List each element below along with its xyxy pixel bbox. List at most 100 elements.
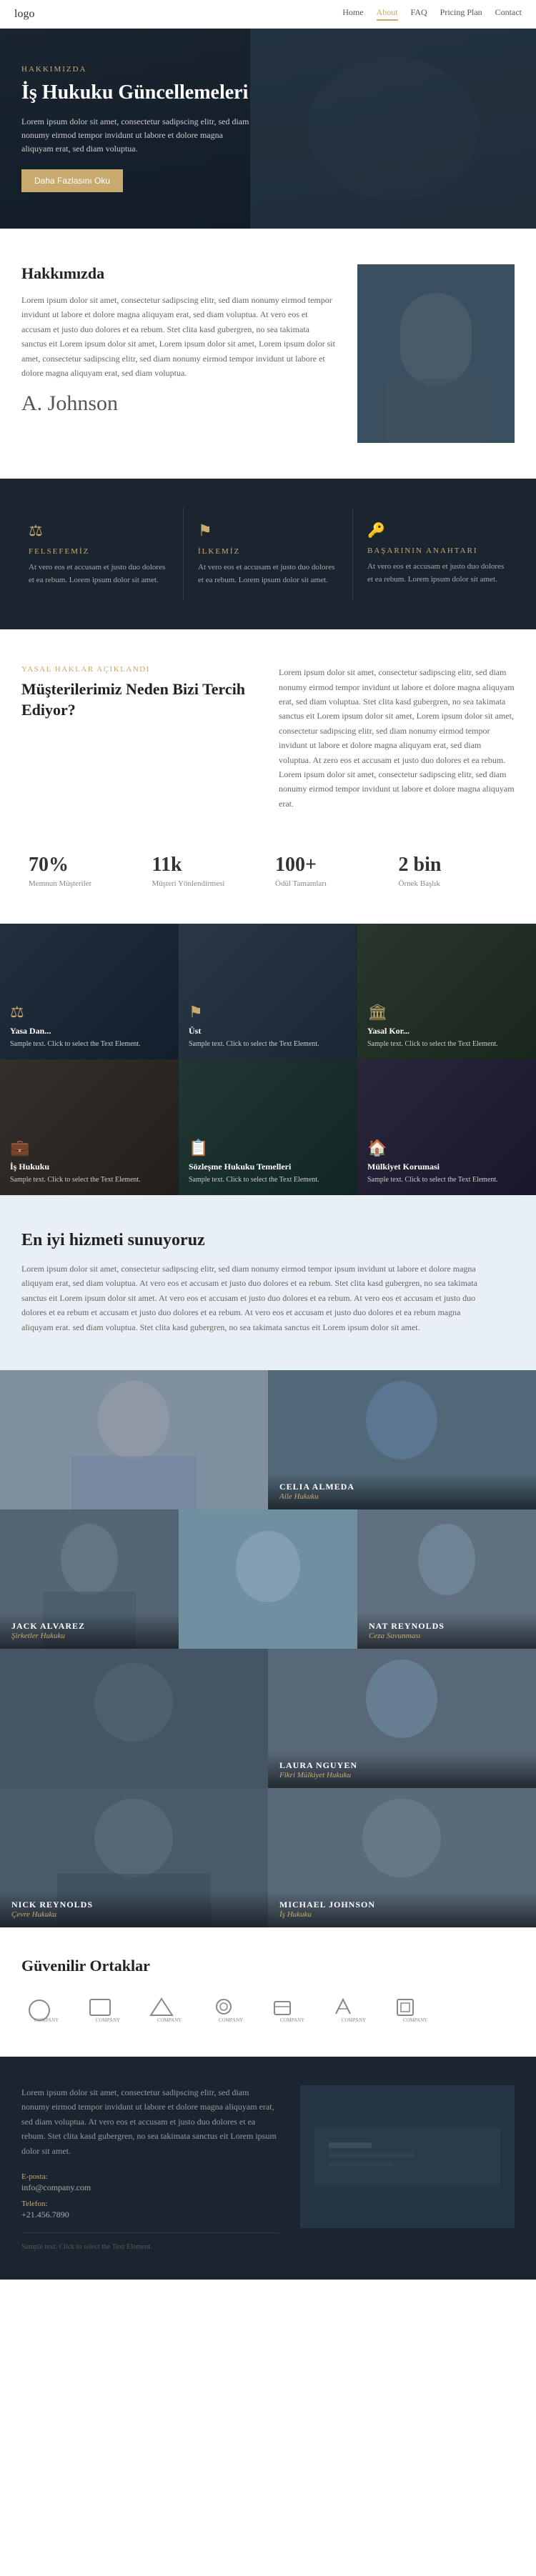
team-img-placeholder-1 [0, 1370, 268, 1509]
team-laura-name: LAURA NGUYEN [279, 1760, 525, 1771]
grid-card-3-title: İş Hukuku [10, 1162, 169, 1172]
grid-card-0-title: Yasa Dan... [10, 1026, 169, 1037]
stat-customers: 70% Memnun Müşteriler [21, 847, 145, 895]
svg-text:COMPANY: COMPANY [280, 2017, 304, 2023]
navigation: logo Home About FAQ Pricing Plan Contact [0, 0, 536, 29]
about-desc: Lorem ipsum dolor sit amet, consectetur … [21, 293, 336, 380]
pillar-success: 🔑 BAŞARININ ANAHTARI At vero eos et accu… [353, 507, 522, 601]
about-text: Hakkımızda Lorem ipsum dolor sit amet, c… [21, 264, 357, 416]
team-card-nat[interactable]: NAT REYNOLDS Ceza Savunması [357, 1509, 536, 1649]
stats-section: 70% Memnun Müşteriler 11k Müşteri Yönlen… [0, 847, 536, 924]
partner-logo-1: COMPANY [21, 1992, 71, 2028]
svg-text:COMPANY: COMPANY [342, 2017, 366, 2023]
hero-section: HAKKIMIZDA İş Hukuku Güncellemeleri Lore… [0, 29, 536, 229]
svg-text:COMPANY: COMPANY [157, 2017, 182, 2023]
nav-links: Home About FAQ Pricing Plan Contact [342, 7, 522, 21]
stat-awards-label: Ödül Tamamları [275, 879, 384, 888]
partner-logo-5: COMPANY [267, 1992, 317, 2028]
partners-title: Güvenilir Ortaklar [21, 1957, 515, 1975]
grid-card-2-sample: Sample text. Click to select the Text El… [367, 1039, 526, 1049]
team-nat-name: NAT REYNOLDS [369, 1621, 525, 1632]
grid-card-3-icon: 💼 [10, 1139, 169, 1157]
hero-content: HAKKIMIZDA İş Hukuku Güncellemeleri Lore… [21, 65, 250, 191]
about-section: Hakkımızda Lorem ipsum dolor sit amet, c… [0, 229, 536, 479]
stat-awards: 100+ Ödül Tamamları [268, 847, 392, 895]
grid-card-3[interactable]: 💼 İş Hukuku Sample text. Click to select… [0, 1059, 179, 1195]
grid-card-1[interactable]: ⚑ Üst Sample text. Click to select the T… [179, 924, 357, 1059]
contact-left: Lorem ipsum dolor sit amet, consectetur … [21, 2085, 279, 2251]
grid-card-2-title: Yasal Kor... [367, 1026, 526, 1037]
team-michael-name: MICHAEL JOHNSON [279, 1899, 525, 1910]
hero-tag: HAKKIMIZDA [21, 65, 250, 74]
team-jack-role: Şirketler Hukuku [11, 1632, 167, 1640]
contact-phone-label: Telefon: [21, 2200, 279, 2208]
pillar-principle: ⚑ İLKEMİZ At vero eos et accusam et just… [184, 507, 353, 601]
grid-card-2-icon: 🏛 [367, 1003, 526, 1022]
team-nat-role: Ceza Savunması [369, 1632, 525, 1640]
nav-about[interactable]: About [377, 7, 398, 21]
team-laura-role: Fikri Mülkiyet Hukuku [279, 1771, 525, 1779]
nav-pricing[interactable]: Pricing Plan [440, 7, 482, 21]
stat-referrals: 11k Müşteri Yönlendirmesi [145, 847, 269, 895]
pillar-principle-desc: At vero eos et accusam et justo duo dolo… [198, 561, 338, 586]
grid-card-5-sample: Sample text. Click to select the Text El… [367, 1175, 526, 1185]
team-michael-role: İş Hukuku [279, 1910, 525, 1919]
pillar-philosophy-title: FELSEFEMİZ [29, 547, 169, 556]
team-card-nick[interactable]: NICK REYNOLDS Çevre Hukuku [0, 1788, 268, 1927]
nav-home[interactable]: Home [342, 7, 363, 21]
partner-logo-7: COMPANY [390, 1992, 440, 2028]
contact-email-value: info@company.com [21, 2182, 91, 2192]
contact-email-label: E-posta: [21, 2172, 279, 2181]
contact-phone-value: +21.456.7890 [21, 2210, 69, 2220]
grid-card-1-icon: ⚑ [189, 1003, 347, 1022]
signature: A. Johnson [21, 391, 336, 416]
grid-card-2[interactable]: 🏛 Yasal Kor... Sample text. Click to sel… [357, 924, 536, 1059]
nav-contact[interactable]: Contact [495, 7, 522, 21]
grid-card-0[interactable]: ⚖ Yasa Dan... Sample text. Click to sele… [0, 924, 179, 1059]
pillar-philosophy: ⚖ FELSEFEMİZ At vero eos et accusam et j… [14, 507, 184, 601]
contact-email-row: E-posta: info@company.com [21, 2172, 279, 2194]
grid-card-4-title: Sözleşme Hukuku Temelleri [189, 1162, 347, 1172]
stat-referrals-label: Müşteri Yönlendirmesi [152, 879, 262, 888]
why-section: YASAL HAKLAR AÇIKLANDI Müşterilerimiz Ne… [0, 629, 536, 847]
grid-card-5[interactable]: 🏠 Mülkiyet Korumasi Sample text. Click t… [357, 1059, 536, 1195]
contact-footer: Sample text. Click to select the Text El… [21, 2232, 279, 2251]
contact-right-img [300, 2085, 515, 2228]
team-section: CELIA ALMEDA Aile Hukuku JACK ALVAREZ Şi… [0, 1370, 536, 1927]
team-card-jack[interactable]: JACK ALVAREZ Şirketler Hukuku [0, 1509, 179, 1649]
team-card-laura[interactable]: LAURA NGUYEN Fikri Mülkiyet Hukuku [268, 1649, 536, 1788]
stat-cases-number: 2 bin [399, 854, 508, 877]
svg-text:COMPANY: COMPANY [403, 2017, 427, 2023]
team-nick-name: NICK REYNOLDS [11, 1899, 257, 1910]
nav-faq[interactable]: FAQ [411, 7, 427, 21]
stat-cases: 2 bin Örnek Başlık [392, 847, 515, 895]
pillar-philosophy-icon: ⚖ [29, 521, 169, 540]
stat-customers-number: 70% [29, 854, 138, 877]
services-desc: Lorem ipsum dolor sit amet, consectetur … [21, 1262, 486, 1334]
stat-customers-label: Memnun Müşteriler [29, 879, 138, 888]
team-nick-role: Çevre Hukuku [11, 1910, 257, 1919]
grid-card-4[interactable]: 📋 Sözleşme Hukuku Temelleri Sample text.… [179, 1059, 357, 1195]
services-title: En iyi hizmeti sunuyoruz [21, 1231, 515, 1250]
team-card-michael[interactable]: MICHAEL JOHNSON İş Hukuku [268, 1788, 536, 1927]
grid-card-1-title: Üst [189, 1026, 347, 1037]
contact-phone-row: Telefon: +21.456.7890 [21, 2200, 279, 2221]
stat-cases-label: Örnek Başlık [399, 879, 508, 888]
services-section: En iyi hizmeti sunuyoruz Lorem ipsum dol… [0, 1195, 536, 1370]
grid-card-0-sample: Sample text. Click to select the Text El… [10, 1039, 169, 1049]
hero-cta-button[interactable]: Daha Fazlasını Oku [21, 169, 123, 192]
svg-text:COMPANY: COMPANY [219, 2017, 243, 2023]
pillar-principle-title: İLKEMİZ [198, 547, 338, 556]
why-desc: Lorem ipsum dolor sit amet, consectetur … [279, 665, 515, 811]
grid-card-4-sample: Sample text. Click to select the Text El… [189, 1175, 347, 1185]
pillars-section: ⚖ FELSEFEMİZ At vero eos et accusam et j… [0, 479, 536, 629]
pillar-success-icon: 🔑 [367, 521, 507, 539]
why-right: Lorem ipsum dolor sit amet, consectetur … [279, 665, 515, 811]
grid-card-0-icon: ⚖ [10, 1003, 169, 1022]
grid-cards-section: ⚖ Yasa Dan... Sample text. Click to sele… [0, 924, 536, 1195]
why-left: YASAL HAKLAR AÇIKLANDI Müşterilerimiz Ne… [21, 665, 257, 811]
contact-section: Lorem ipsum dolor sit amet, consectetur … [0, 2057, 536, 2280]
nav-logo: logo [14, 8, 34, 21]
team-celia-name: CELIA ALMEDA [279, 1482, 525, 1492]
team-card-celia[interactable]: CELIA ALMEDA Aile Hukuku [268, 1370, 536, 1509]
